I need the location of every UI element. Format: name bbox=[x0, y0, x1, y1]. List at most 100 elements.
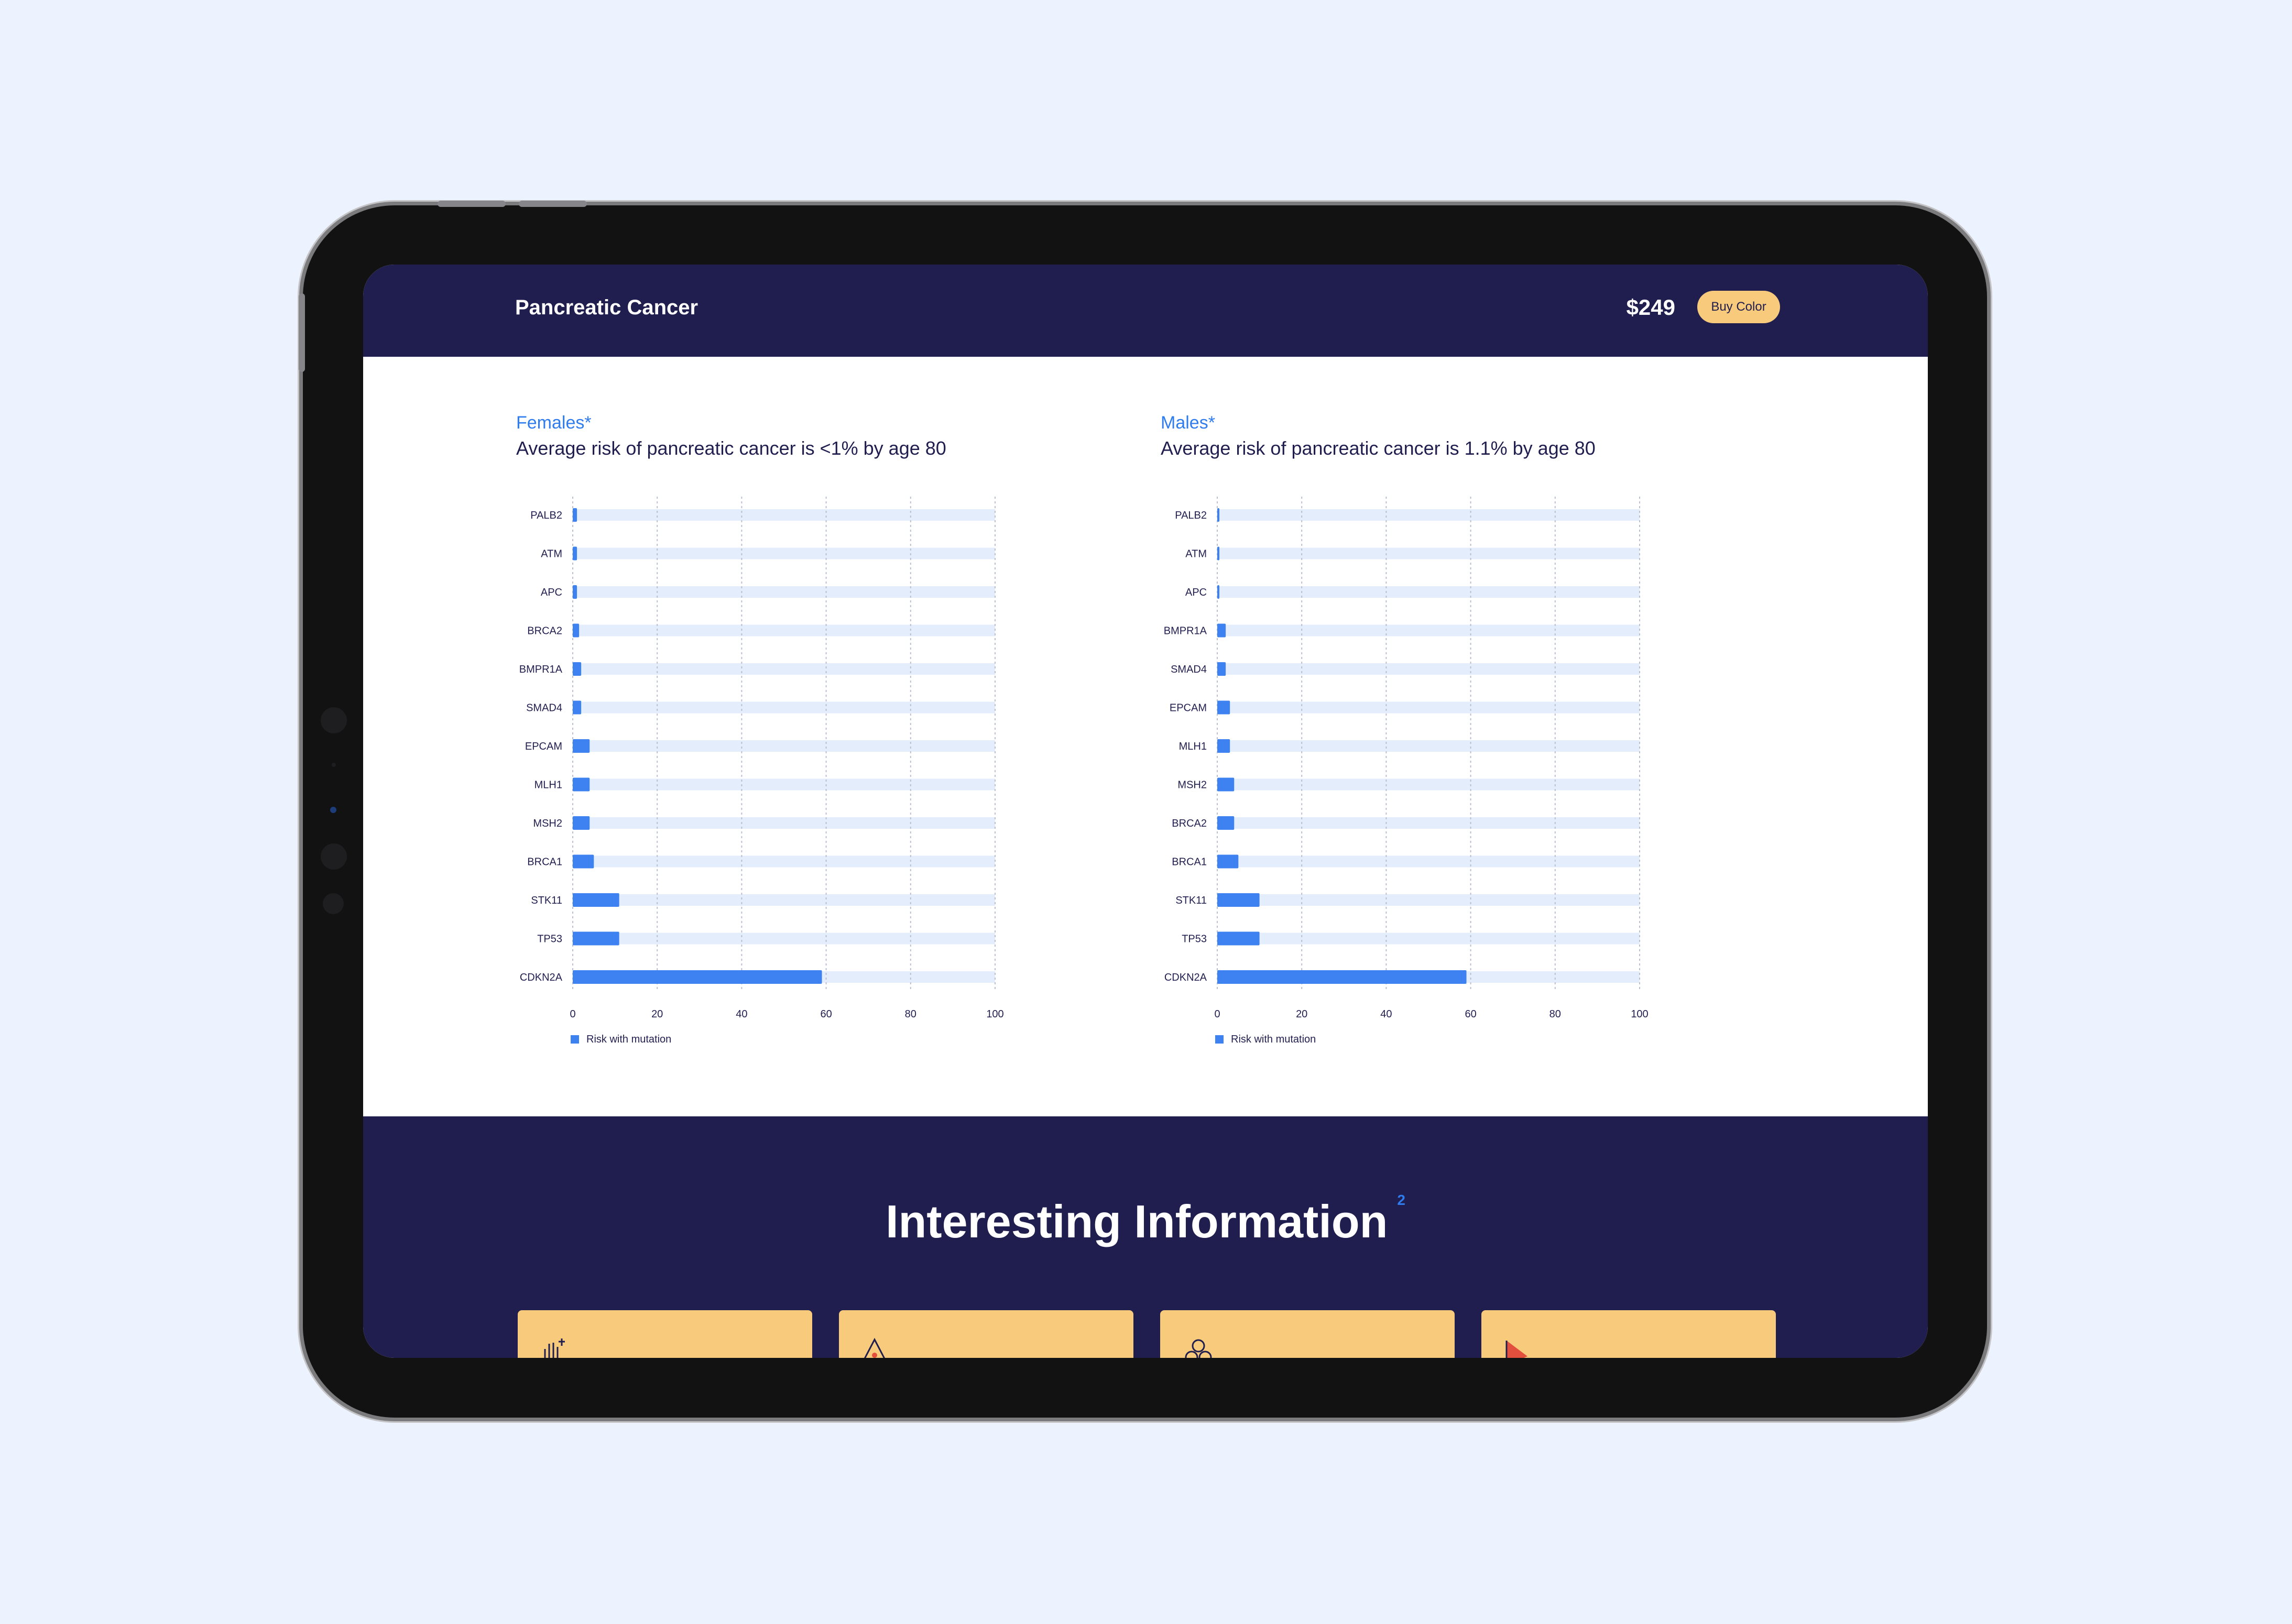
bar bbox=[1217, 739, 1230, 753]
bar bbox=[1217, 700, 1230, 715]
legend-label: Risk with mutation bbox=[586, 1034, 671, 1045]
bar-track bbox=[1217, 701, 1640, 714]
category-label: PALB2 bbox=[1175, 510, 1207, 521]
males-risk-chart: PALB2 ATM APC BMPR1A SMAD4 EPCAM MLH1 MSH2 BRCA2… bbox=[1164, 497, 1649, 1045]
camera-dot bbox=[323, 893, 344, 914]
bar bbox=[1217, 816, 1235, 830]
bar-track bbox=[1217, 509, 1640, 521]
category-label: SMAD4 bbox=[526, 703, 562, 714]
volume-down-button bbox=[519, 201, 587, 207]
x-tick-label: 60 bbox=[1465, 1008, 1476, 1020]
bar-track bbox=[573, 547, 995, 559]
category-label: TP53 bbox=[537, 934, 562, 945]
info-card[interactable] bbox=[1481, 1310, 1776, 1358]
chart-heading: Females* bbox=[516, 413, 592, 433]
bar bbox=[573, 816, 590, 830]
category-label: APC bbox=[541, 587, 562, 598]
bar-track bbox=[1217, 894, 1640, 906]
bar-track bbox=[1217, 855, 1640, 868]
category-label: BRCA2 bbox=[527, 626, 562, 637]
bar bbox=[1217, 662, 1226, 676]
flag-icon bbox=[1505, 1341, 1527, 1358]
volume-up-button bbox=[438, 201, 506, 207]
bar bbox=[573, 546, 577, 561]
bar-track bbox=[573, 778, 995, 791]
chart-subtitle: Average risk of pancreatic cancer is <1%… bbox=[516, 437, 946, 459]
legend-swatch bbox=[1215, 1035, 1224, 1044]
section-title-text: Interesting Information bbox=[886, 1195, 1388, 1247]
warning-triangle-icon bbox=[864, 1337, 885, 1358]
bar-track bbox=[573, 701, 995, 714]
top-bar: Pancreatic Cancer $249 Buy Color bbox=[363, 265, 1928, 357]
bar-track bbox=[1217, 663, 1640, 675]
legend-swatch bbox=[571, 1035, 579, 1044]
bar bbox=[1217, 854, 1239, 869]
x-tick-label: 80 bbox=[905, 1008, 916, 1020]
bar bbox=[573, 854, 594, 869]
bar-track bbox=[573, 663, 995, 675]
buy-color-button[interactable]: Buy Color bbox=[1697, 291, 1780, 323]
app-screen: Pancreatic Cancer $249 Buy Color Females… bbox=[363, 265, 1928, 1358]
bar-track bbox=[573, 740, 995, 752]
info-card[interactable] bbox=[839, 1310, 1133, 1358]
camera-lens-dot bbox=[330, 807, 336, 813]
camera-dot bbox=[321, 843, 347, 870]
bar bbox=[573, 700, 582, 715]
category-label: STK11 bbox=[1175, 895, 1207, 906]
bar bbox=[1217, 546, 1220, 561]
bar-track bbox=[573, 894, 995, 906]
bar bbox=[1217, 931, 1260, 946]
price-label: $249 bbox=[1626, 295, 1675, 320]
category-label: BMPR1A bbox=[519, 664, 563, 675]
bar-track bbox=[573, 509, 995, 521]
category-label: MSH2 bbox=[1177, 780, 1207, 791]
section-title: Interesting Information 2 bbox=[363, 1192, 1928, 1248]
category-label: TP53 bbox=[1182, 934, 1207, 945]
interesting-information-section: Interesting Information 2 bbox=[363, 1116, 1928, 1358]
category-label: EPCAM bbox=[1170, 703, 1207, 714]
bar bbox=[573, 623, 580, 638]
x-tick-label: 100 bbox=[1631, 1008, 1648, 1020]
females-risk-chart: PALB2 ATM APC BRCA2 BMPR1A SMAD4 EPCAM MLH1 MSH2… bbox=[519, 497, 1004, 1045]
category-label: ATM bbox=[541, 548, 562, 560]
bar-track bbox=[1217, 817, 1640, 829]
x-tick-label: 80 bbox=[1549, 1008, 1561, 1020]
bar bbox=[1217, 777, 1235, 792]
bar-track bbox=[573, 624, 995, 637]
x-tick-label: 40 bbox=[736, 1008, 747, 1020]
bar bbox=[573, 508, 577, 522]
bar bbox=[1217, 585, 1220, 599]
category-label: SMAD4 bbox=[1171, 664, 1207, 675]
category-label: MSH2 bbox=[533, 818, 562, 829]
category-label: PALB2 bbox=[530, 510, 562, 521]
bar-track bbox=[573, 817, 995, 829]
category-label: BRCA1 bbox=[527, 857, 562, 868]
bar bbox=[573, 970, 822, 984]
bar bbox=[573, 931, 619, 946]
bar-track bbox=[573, 586, 995, 598]
bar-track bbox=[1217, 624, 1640, 637]
info-card[interactable] bbox=[518, 1310, 812, 1358]
category-label: BRCA1 bbox=[1172, 857, 1207, 868]
x-tick-label: 20 bbox=[1296, 1008, 1307, 1020]
bar bbox=[1217, 970, 1467, 984]
footnote-superscript[interactable]: 2 bbox=[1397, 1192, 1405, 1208]
category-label: BRCA2 bbox=[1172, 818, 1207, 829]
bar bbox=[573, 585, 577, 599]
category-label: CDKN2A bbox=[520, 972, 563, 983]
power-button bbox=[299, 293, 305, 372]
x-tick-label: 100 bbox=[986, 1008, 1003, 1020]
chart-heading: Males* bbox=[1161, 413, 1215, 433]
hand-icon bbox=[544, 1338, 565, 1358]
info-card[interactable] bbox=[1160, 1310, 1455, 1358]
category-label: EPCAM bbox=[525, 741, 562, 752]
category-label: MLH1 bbox=[1179, 741, 1207, 752]
page-title: Pancreatic Cancer bbox=[515, 296, 698, 319]
x-tick-label: 20 bbox=[651, 1008, 663, 1020]
legend-label: Risk with mutation bbox=[1231, 1034, 1316, 1045]
category-label: BMPR1A bbox=[1164, 626, 1207, 637]
x-tick-label: 40 bbox=[1380, 1008, 1392, 1020]
people-icon bbox=[1185, 1339, 1212, 1358]
bar-track bbox=[1217, 778, 1640, 791]
bar-track bbox=[1217, 547, 1640, 559]
